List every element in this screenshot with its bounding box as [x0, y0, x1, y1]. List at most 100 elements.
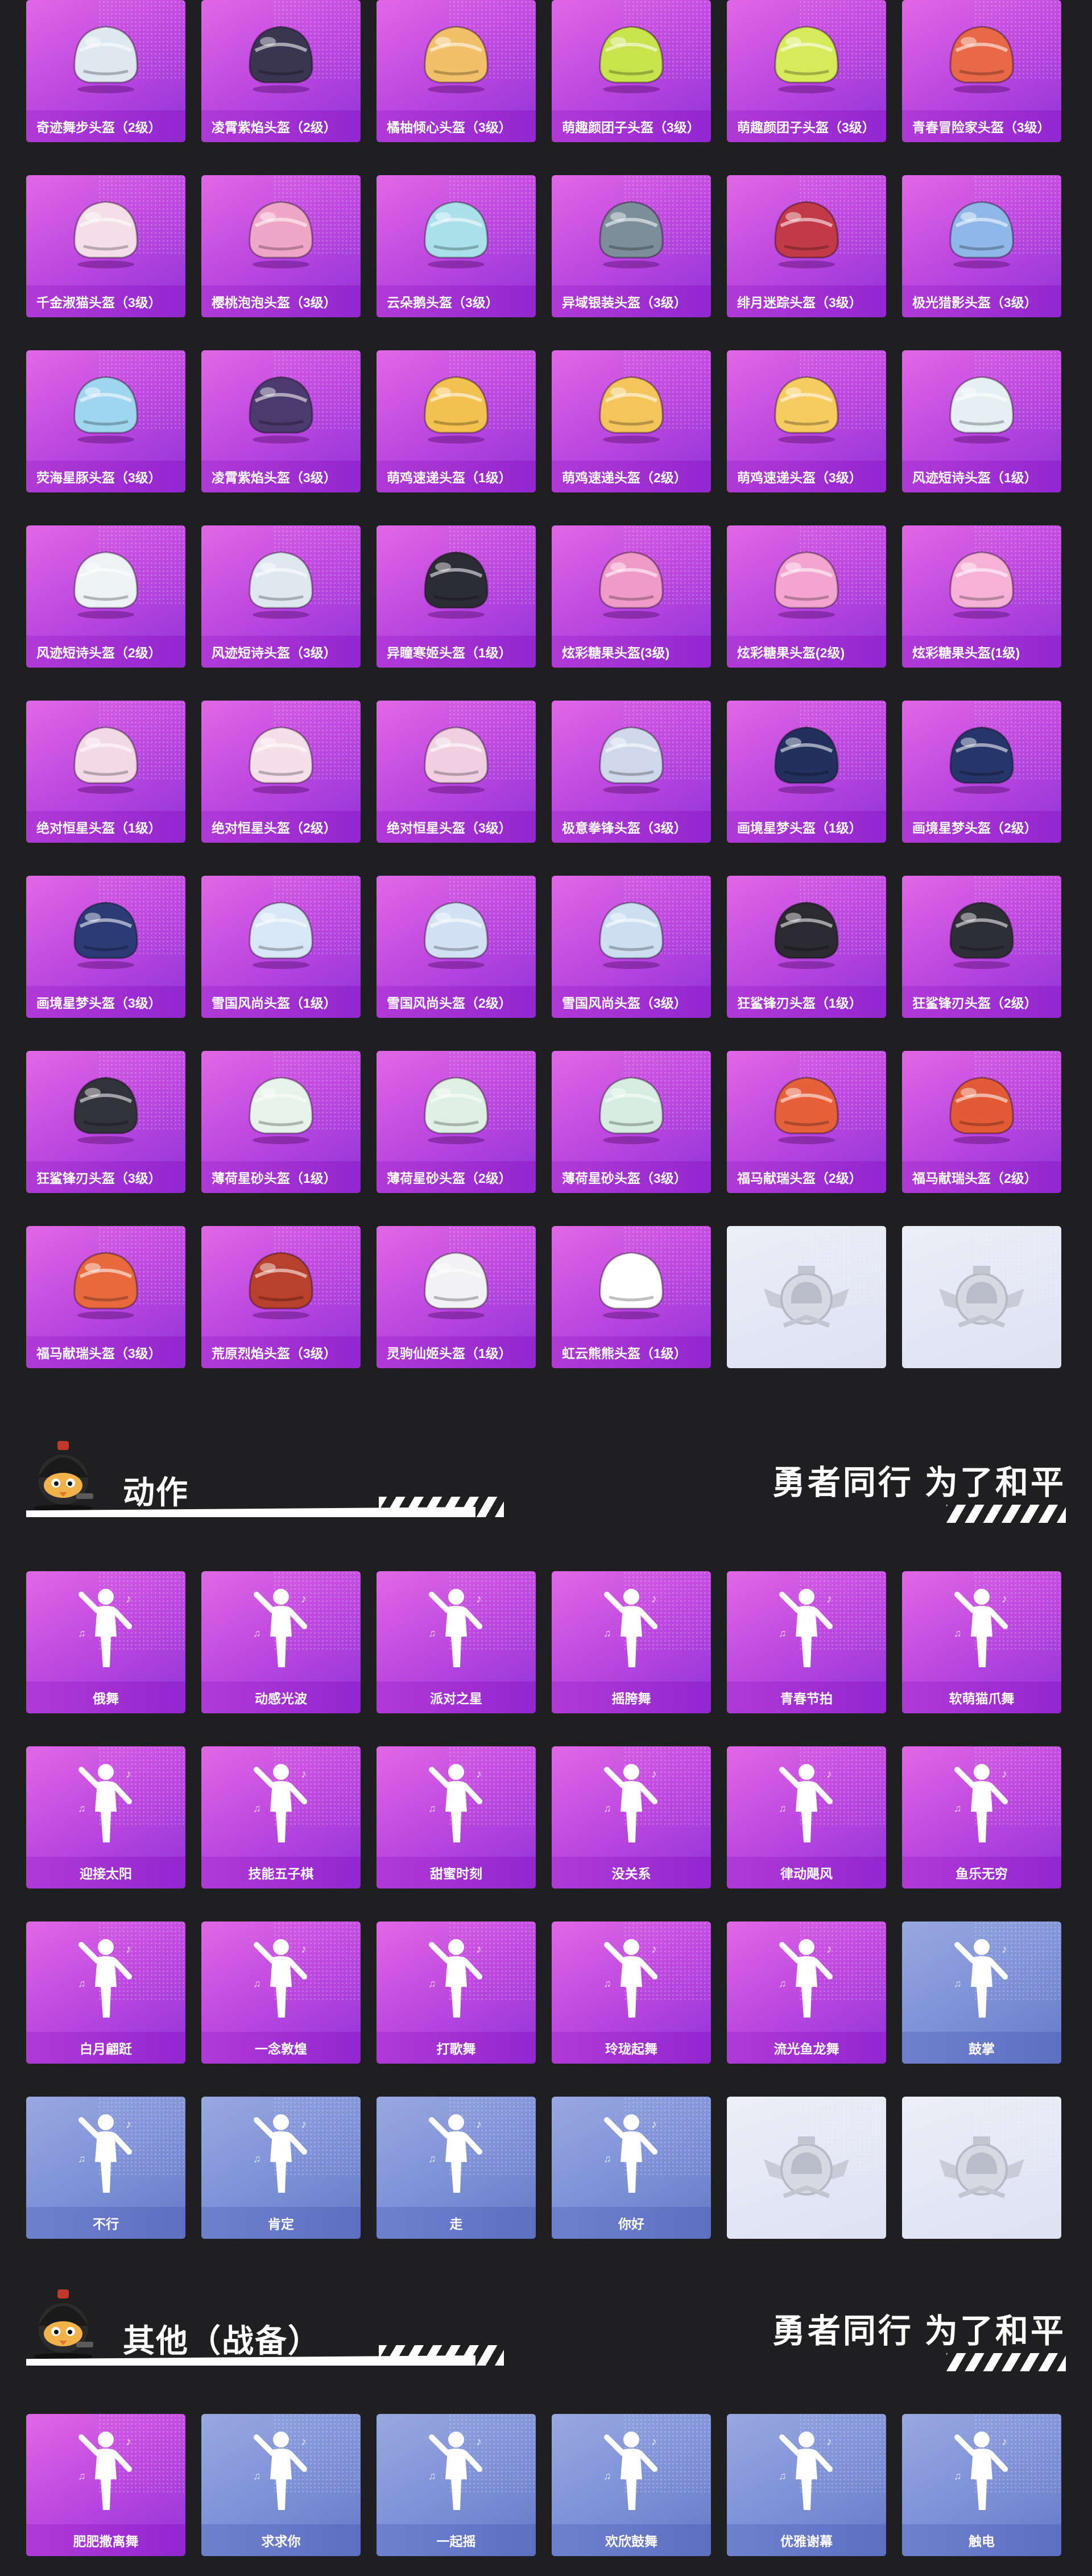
item-card[interactable]: 萌趣颜团子头盔（3级）	[727, 0, 886, 142]
item-card[interactable]: ♪ ♫ 你好	[552, 2097, 711, 2239]
locked-slot-card[interactable]	[727, 2097, 886, 2239]
svg-text:♫: ♫	[428, 1978, 436, 1989]
item-card[interactable]: 绝对恒星头盔（3级）	[377, 701, 536, 843]
item-card[interactable]: 绝对恒星头盔（1级）	[26, 701, 185, 843]
item-card[interactable]: ♪ ♫ 一念敦煌	[201, 1921, 361, 2064]
item-card[interactable]: 狂鲨锋刃头盔（3级）	[26, 1051, 185, 1193]
item-card[interactable]: 福马献瑞头盔（2级）	[727, 1051, 886, 1193]
item-card[interactable]: 画境星梦头盔（2级）	[902, 701, 1061, 843]
item-card[interactable]: 雪国风尚头盔（3级）	[552, 876, 711, 1018]
item-card[interactable]: ♪ ♫ 鱼乐无穷	[902, 1746, 1061, 1888]
item-card[interactable]: ♪ ♫ 软萌猫爪舞	[902, 1571, 1061, 1713]
item-label: 没关系	[552, 1857, 711, 1888]
item-label: 福马献瑞头盔（3级）	[26, 1336, 185, 1368]
item-card[interactable]: 萌鸡速递头盔（1级）	[377, 350, 536, 492]
item-card[interactable]: ♪ ♫ 肥肥撒离舞	[26, 2414, 185, 2556]
item-card[interactable]: 画境星梦头盔（3级）	[26, 876, 185, 1018]
item-card[interactable]: ♪ ♫ 白月翩跹	[26, 1921, 185, 2064]
helmet-icon	[552, 1057, 711, 1158]
item-card[interactable]: ♪ ♫ 肯定	[201, 2097, 361, 2239]
item-card[interactable]: ♪ ♫ 迎接太阳	[26, 1746, 185, 1888]
helmet-icon	[377, 181, 536, 282]
item-card[interactable]: 炫彩糖果头盔(2级)	[727, 525, 886, 668]
item-card[interactable]: 雪国风尚头盔（2级）	[377, 876, 536, 1018]
item-card[interactable]: 凌霄紫焰头盔（2级）	[201, 0, 361, 142]
item-card[interactable]: 极光猎影头盔（3级）	[902, 175, 1061, 317]
item-card[interactable]: ♪ ♫ 打歌舞	[377, 1921, 536, 2064]
item-card[interactable]: ♪ ♫ 律动飓风	[727, 1746, 886, 1888]
locked-slot-card[interactable]	[902, 1226, 1061, 1368]
item-card[interactable]: ♪ ♫ 优雅谢幕	[727, 2414, 886, 2556]
item-card[interactable]: ♪ ♫ 玲珑起舞	[552, 1921, 711, 2064]
item-card[interactable]: ♪ ♫ 青春节拍	[727, 1571, 886, 1713]
svg-text:♪: ♪	[826, 1943, 832, 1956]
svg-text:♫: ♫	[78, 2470, 86, 2482]
item-label: 一起摇	[377, 2524, 536, 2556]
svg-text:♪: ♪	[651, 2118, 657, 2131]
svg-text:♫: ♫	[779, 1627, 787, 1639]
item-card[interactable]: 千金淑猫头盔（3级）	[26, 175, 185, 317]
item-card[interactable]: 虹云熊熊头盔（1级）	[552, 1226, 711, 1368]
item-card[interactable]: ♪ ♫ 求求你	[201, 2414, 361, 2556]
item-card[interactable]: 雪国风尚头盔（1级）	[201, 876, 361, 1018]
item-card[interactable]: 异域银装头盔（3级）	[552, 175, 711, 317]
item-label: 异瞳寒姬头盔（1级）	[377, 636, 536, 668]
locked-slot-card[interactable]	[902, 2097, 1061, 2239]
item-card[interactable]: 薄荷星砂头盔（3级）	[552, 1051, 711, 1193]
item-card[interactable]: 风迹短诗头盔（3级）	[201, 525, 361, 668]
item-card[interactable]: ♪ ♫ 欢欣鼓舞	[552, 2414, 711, 2556]
svg-text:♪: ♪	[826, 1768, 832, 1780]
item-card[interactable]: 绯月迷踪头盔（3级）	[727, 175, 886, 317]
svg-text:♫: ♫	[253, 1803, 261, 1814]
item-card[interactable]: 凌霄紫焰头盔（3级）	[201, 350, 361, 492]
item-card[interactable]: 奇迹舞步头盔（2级）	[26, 0, 185, 142]
item-card[interactable]: ♪ ♫ 派对之星	[377, 1571, 536, 1713]
svg-text:♪: ♪	[301, 1768, 307, 1780]
item-card[interactable]: ♪ ♫ 俄舞	[26, 1571, 185, 1713]
item-card[interactable]: 萌鸡速递头盔（2级）	[552, 350, 711, 492]
svg-text:♫: ♫	[428, 2153, 436, 2164]
svg-text:♫: ♫	[253, 2153, 261, 2164]
item-card[interactable]: ♪ ♫ 流光鱼龙舞	[727, 1921, 886, 2064]
item-card[interactable]: ♪ ♫ 甜蜜时刻	[377, 1746, 536, 1888]
item-card[interactable]: 狂鲨锋刃头盔（1级）	[727, 876, 886, 1018]
item-card[interactable]: 薄荷星砂头盔（2级）	[377, 1051, 536, 1193]
item-label: 鱼乐无穷	[902, 1857, 1061, 1888]
item-card[interactable]: 青春冒险家头盔（3级）	[902, 0, 1061, 142]
locked-slot-card[interactable]	[727, 1226, 886, 1368]
item-card[interactable]: ♪ ♫ 不行	[26, 2097, 185, 2239]
item-card[interactable]: ♪ ♫ 一起摇	[377, 2414, 536, 2556]
item-card[interactable]: 狂鲨锋刃头盔（2级）	[902, 876, 1061, 1018]
helmet-icon	[377, 1232, 536, 1333]
item-card[interactable]: 薄荷星砂头盔（1级）	[201, 1051, 361, 1193]
item-card[interactable]: 橘柚倾心头盔（3级）	[377, 0, 536, 142]
item-card[interactable]: ♪ ♫ 没关系	[552, 1746, 711, 1888]
item-card[interactable]: 画境星梦头盔（1级）	[727, 701, 886, 843]
item-card[interactable]: ♪ ♫ 动感光波	[201, 1571, 361, 1713]
item-label: 不行	[26, 2207, 185, 2239]
item-card[interactable]: 灵驹仙姬头盔（1级）	[377, 1226, 536, 1368]
item-card[interactable]: ♪ ♫ 走	[377, 2097, 536, 2239]
item-card[interactable]: 炫彩糖果头盔(1级)	[902, 525, 1061, 668]
item-card[interactable]: 萌趣颜团子头盔（3级）	[552, 0, 711, 142]
item-card[interactable]: 风迹短诗头盔（2级）	[26, 525, 185, 668]
item-card[interactable]: 福马献瑞头盔（2级）	[902, 1051, 1061, 1193]
dancer-icon: ♪ ♫	[727, 1927, 886, 2028]
item-card[interactable]: 异瞳寒姬头盔（1级）	[377, 525, 536, 668]
item-card[interactable]: 极意拳锋头盔（3级）	[552, 701, 711, 843]
item-card[interactable]: 荧海星豚头盔（3级）	[26, 350, 185, 492]
item-card[interactable]: 萌鸡速递头盔（3级）	[727, 350, 886, 492]
item-card[interactable]: 福马献瑞头盔（3级）	[26, 1226, 185, 1368]
item-card[interactable]: 荒原烈焰头盔（3级）	[201, 1226, 361, 1368]
item-card[interactable]: ♪ ♫ 摇胯舞	[552, 1571, 711, 1713]
item-card[interactable]: 绝对恒星头盔（2级）	[201, 701, 361, 843]
item-card[interactable]: 风迹短诗头盔（1级）	[902, 350, 1061, 492]
item-label: 雪国风尚头盔（2级）	[377, 986, 536, 1018]
item-card[interactable]: ♪ ♫ 鼓掌	[902, 1921, 1061, 2064]
item-card[interactable]: 炫彩糖果头盔(3级)	[552, 525, 711, 668]
item-card[interactable]: 云朵鹅头盔（3级）	[377, 175, 536, 317]
item-card[interactable]: ♪ ♫ 技能五子棋	[201, 1746, 361, 1888]
helmet-icon	[902, 1057, 1061, 1158]
item-card[interactable]: 樱桃泡泡头盔（3级）	[201, 175, 361, 317]
item-card[interactable]: ♪ ♫ 触电	[902, 2414, 1061, 2556]
